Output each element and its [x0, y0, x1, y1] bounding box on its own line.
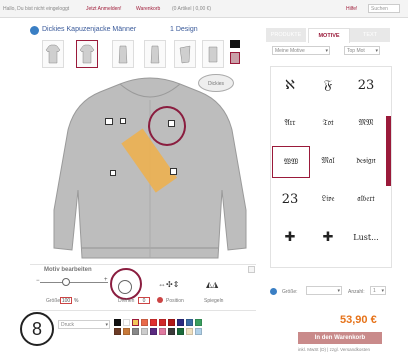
motif-item[interactable]: 𝔚𝔚 — [272, 146, 310, 178]
color-swatch[interactable] — [141, 319, 148, 326]
motif-item[interactable]: 𝔞𝔩𝔟𝔢𝔯𝔱 — [348, 184, 384, 214]
help-link[interactable]: Hilfe! — [346, 6, 357, 12]
motif-item[interactable]: 𝔏𝔦𝔳𝔢 — [310, 184, 346, 214]
size-slider[interactable] — [40, 282, 108, 283]
scrollbar[interactable] — [386, 116, 391, 186]
handle-top-icon[interactable] — [120, 118, 126, 124]
size-select-label: Größe: — [282, 289, 298, 295]
motif-item[interactable]: 23 — [272, 184, 308, 214]
cart-link[interactable]: Warenkorb — [136, 6, 160, 12]
color-swatch[interactable] — [177, 319, 184, 326]
highlight-circle — [148, 106, 186, 146]
color-swatch[interactable] — [132, 328, 139, 335]
mirror-icon[interactable]: ◭◮ — [206, 280, 218, 289]
size-info-icon[interactable] — [270, 288, 277, 295]
motif-item[interactable]: Lust... — [348, 222, 384, 252]
minus-icon[interactable]: − — [36, 278, 40, 284]
view-thumb-left[interactable] — [112, 40, 134, 68]
info-icon[interactable] — [30, 26, 39, 35]
print-method-select[interactable]: Druck — [58, 320, 110, 329]
delete-handle-icon[interactable] — [105, 118, 113, 125]
color-swatch[interactable] — [150, 319, 157, 326]
view-thumb-detail[interactable] — [202, 40, 224, 68]
motif-item[interactable]: 𝔄𝔯𝔯 — [272, 108, 308, 138]
view-thumb-front[interactable] — [42, 40, 64, 68]
position-label: Position — [166, 298, 184, 304]
size-slider-handle[interactable] — [62, 278, 70, 286]
mirror-label: Spiegeln — [204, 298, 224, 304]
size-select[interactable] — [306, 286, 342, 295]
greeting-text: Hallo, Du bist nicht eingeloggt — [3, 6, 70, 12]
motif-item[interactable]: 𝔗𝔬𝔱 — [310, 108, 346, 138]
color-selected-chip[interactable] — [230, 52, 240, 64]
vat-note: inkl. MwSt (D) | zzgl. Versandkosten — [298, 347, 370, 352]
collapse-icon[interactable] — [248, 266, 255, 273]
tab-text[interactable]: TEXT — [350, 28, 390, 42]
brand-logo: Dickies — [198, 74, 234, 92]
color-swatch[interactable] — [186, 319, 193, 326]
resize-handle-icon[interactable] — [170, 168, 177, 175]
rotate-value-input[interactable]: 0 — [138, 297, 150, 304]
quantity-label: Anzahl: — [348, 289, 365, 295]
motif-item[interactable]: 𝔐𝔐 — [348, 108, 384, 138]
quantity-select[interactable]: 1 — [370, 286, 386, 295]
add-to-cart-button[interactable]: In den Warenkorb — [298, 332, 382, 344]
search-input[interactable]: Suchen — [368, 4, 400, 13]
color-swatch[interactable] — [114, 319, 121, 326]
hoodie-preview[interactable] — [50, 70, 250, 270]
size-unit: % — [74, 298, 79, 304]
motif-item[interactable]: ✚ — [310, 222, 346, 252]
login-link[interactable]: Jetzt Anmelden! — [86, 6, 122, 12]
view-thumb-right[interactable] — [144, 40, 166, 68]
motif-item[interactable]: 23 — [348, 70, 384, 100]
top-bar: Hallo, Du bist nicht eingeloggt Jetzt An… — [0, 0, 408, 18]
cart-count: (0 Artikel | 0,00 €) — [172, 6, 212, 12]
edit-title: Motiv bearbeiten — [44, 267, 92, 273]
color-swatch[interactable] — [141, 328, 148, 335]
tab-motifs[interactable]: MOTIVE — [308, 28, 350, 43]
motif-item[interactable]: 𝔡𝔢𝔰𝔦𝔤𝔫 — [348, 146, 384, 176]
view-thumb-back[interactable] — [76, 40, 98, 68]
color-swatch[interactable] — [150, 328, 157, 335]
color-swatch[interactable] — [168, 328, 175, 335]
motif-item[interactable]: ✚ — [272, 222, 308, 252]
motif-sort-select[interactable]: Top Mot — [344, 46, 380, 55]
motif-item[interactable]: 𝔉 — [310, 70, 346, 100]
color-swatch[interactable] — [195, 328, 202, 335]
color-swatch[interactable] — [159, 328, 166, 335]
color-swatch[interactable] — [132, 319, 139, 326]
view-thumb-sleeve[interactable] — [174, 40, 196, 68]
price: 53,90 € — [340, 314, 377, 326]
color-black-chip[interactable] — [230, 40, 240, 48]
size-value-input[interactable]: 100 — [60, 297, 72, 304]
motif-item[interactable]: ℵ — [272, 70, 308, 100]
color-swatch[interactable] — [186, 328, 193, 335]
motif-category-select[interactable]: Meine Motive — [272, 46, 330, 55]
product-name[interactable]: Dickies Kapuzenjacke Männer — [42, 26, 136, 33]
divider — [30, 264, 256, 265]
position-icon[interactable] — [157, 297, 163, 303]
color-swatch[interactable] — [159, 319, 166, 326]
plus-icon[interactable]: + — [104, 277, 108, 283]
handle-bottom-icon[interactable] — [110, 170, 116, 176]
color-swatch[interactable] — [114, 328, 121, 335]
design-count: 1 Design — [170, 26, 198, 33]
move-arrows-icon[interactable]: ⇔✣⇕ — [158, 280, 179, 289]
motif-item[interactable]: 𝔐𝔞𝔩 — [310, 146, 346, 176]
size-label: Größe — [46, 298, 61, 304]
rotate-dial[interactable] — [118, 280, 132, 294]
color-swatch[interactable] — [123, 319, 130, 326]
rotate-label: Drehen — [118, 298, 135, 304]
color-swatch[interactable] — [168, 319, 175, 326]
tab-products[interactable]: PRODUKTE — [266, 28, 306, 42]
color-swatch[interactable] — [177, 328, 184, 335]
color-swatch[interactable] — [195, 319, 202, 326]
color-swatch[interactable] — [123, 328, 130, 335]
step-badge: 8 — [20, 312, 54, 346]
divider — [30, 310, 256, 311]
